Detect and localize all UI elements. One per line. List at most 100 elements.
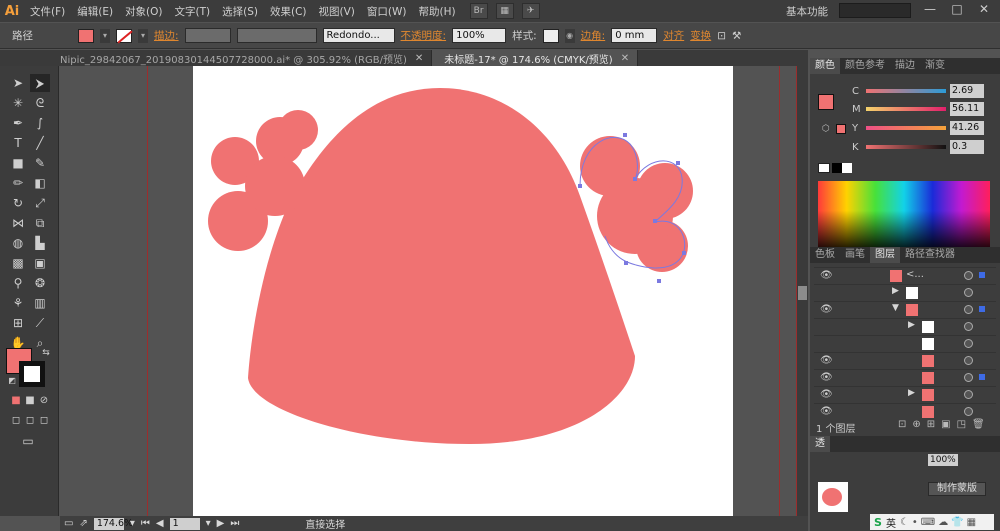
shape-builder-tool-icon[interactable]: ◍ — [8, 234, 28, 252]
status-menu-icon[interactable]: ▭ — [64, 518, 73, 529]
rotate-tool-icon[interactable]: ↻ — [8, 194, 28, 212]
mesh-tool-icon[interactable]: ▩ — [8, 254, 28, 272]
fill-color-swatch[interactable] — [78, 28, 94, 43]
menu-object[interactable]: 对象(O) — [119, 4, 168, 19]
magenta-slider[interactable]: M 56.11 — [852, 102, 984, 116]
transform-panel-link[interactable]: 变换 — [690, 28, 711, 43]
isolate-icon[interactable]: ⊡ — [717, 30, 726, 42]
scale-tool-icon[interactable]: ⤢ — [30, 194, 50, 212]
collapse-arrow-icon[interactable]: ▼ — [892, 303, 899, 313]
close-icon[interactable]: ✕ — [415, 53, 423, 64]
target-circle-icon[interactable] — [964, 305, 973, 314]
tab-transparency[interactable]: 透 — [810, 436, 830, 452]
menu-view[interactable]: 视图(V) — [313, 4, 361, 19]
graphic-style-swatch[interactable] — [542, 28, 559, 43]
layer-row[interactable]: 👁 — [814, 369, 996, 385]
fill-dropdown-icon[interactable]: ▾ — [100, 28, 110, 43]
pen-tool-icon[interactable]: ✒ — [8, 114, 28, 132]
line-tool-icon[interactable]: ╱ — [30, 134, 50, 152]
artboard-number-field[interactable]: 1 — [169, 517, 200, 530]
visibility-eye-icon[interactable]: 👁 — [820, 406, 833, 417]
perspective-grid-tool-icon[interactable]: ▙ — [30, 234, 50, 252]
canvas-area[interactable] — [60, 66, 808, 516]
color-spectrum[interactable] — [818, 181, 990, 247]
expand-arrow-icon[interactable]: ▶ — [908, 388, 915, 398]
gradient-tool-icon[interactable]: ▣ — [30, 254, 50, 272]
stroke-panel-link[interactable]: 描边: — [154, 28, 179, 43]
none-mode-icon[interactable]: ⊘ — [34, 392, 54, 410]
corner-radius-field[interactable]: 0 mm — [611, 28, 658, 43]
free-transform-tool-icon[interactable]: ⧉ — [30, 214, 50, 232]
layer-row[interactable]: 👁 <... — [814, 267, 996, 283]
brush-definition[interactable]: Redondo... — [322, 28, 395, 43]
close-button[interactable]: ✕ — [973, 2, 995, 19]
zoom-level-field[interactable]: 174.6% — [93, 517, 133, 530]
column-graph-tool-icon[interactable]: ▥ — [30, 294, 50, 312]
expand-arrow-icon[interactable]: ▶ — [892, 286, 899, 296]
target-circle-icon[interactable] — [964, 356, 973, 365]
swap-fill-stroke-icon[interactable]: ⇆ — [36, 344, 56, 362]
tab-nipic-document[interactable]: Nipic_29842067_20190830144507728000.ai* … — [0, 50, 433, 66]
layer-row[interactable]: ▶ — [814, 318, 996, 334]
layer-row[interactable]: 👁 — [814, 403, 996, 419]
symbol-sprayer-tool-icon[interactable]: ⚘ — [8, 294, 28, 312]
vertical-scrollbar[interactable] — [797, 66, 808, 516]
black-slider[interactable]: K 0.3 — [852, 140, 984, 154]
zoom-dropdown-icon[interactable]: ▾ — [130, 518, 135, 529]
minimize-button[interactable]: — — [919, 2, 941, 19]
lasso-tool-icon[interactable]: ᘓ — [30, 94, 50, 112]
selected-art-indicator[interactable] — [979, 374, 985, 380]
panel-fill-swatch[interactable] — [818, 94, 834, 110]
target-circle-icon[interactable] — [964, 373, 973, 382]
target-circle-icon[interactable] — [964, 407, 973, 416]
target-circle-icon[interactable] — [964, 390, 973, 399]
layer-row[interactable]: 👁 ▶ — [814, 386, 996, 402]
opacity-field[interactable]: 100% — [452, 28, 507, 43]
workspace-switcher[interactable]: 基本功能 — [786, 4, 828, 19]
draw-inside-icon[interactable]: ◻ — [34, 412, 54, 430]
layer-row[interactable] — [814, 335, 996, 351]
layer-row[interactable]: ▶ — [814, 284, 996, 300]
transparency-opacity-field[interactable]: 100% — [928, 454, 958, 466]
artboard-dropdown-icon[interactable]: ▾ — [206, 518, 211, 529]
cyan-track[interactable] — [866, 89, 946, 93]
target-circle-icon[interactable] — [964, 271, 973, 280]
eyedropper-tool-icon[interactable]: ⚲ — [8, 274, 28, 292]
width-tool-icon[interactable]: ⋈ — [8, 214, 28, 232]
opacity-panel-link[interactable]: 不透明度: — [401, 28, 447, 43]
tab-brushes[interactable]: 画笔 — [840, 247, 870, 263]
layer-row[interactable]: 👁 — [814, 352, 996, 368]
default-colors-icon[interactable]: ◩ — [2, 372, 22, 390]
maximize-button[interactable]: □ — [946, 2, 968, 19]
target-circle-icon[interactable] — [964, 322, 973, 331]
slice-tool-icon[interactable]: ⟋ — [30, 314, 50, 332]
tab-untitled-17[interactable]: 未标题-17* @ 174.6% (CMYK/预览) ✕ — [432, 50, 639, 66]
last-artboard-icon[interactable]: ⏭ — [230, 518, 239, 529]
tab-color-guide[interactable]: 颜色参考 — [840, 58, 890, 74]
menu-edit[interactable]: 编辑(E) — [71, 4, 119, 19]
close-icon[interactable]: ✕ — [621, 53, 629, 64]
visibility-eye-icon[interactable]: 👁 — [820, 304, 833, 315]
make-mask-button[interactable]: 制作蒙版 — [928, 482, 986, 496]
tab-gradient[interactable]: 渐变 — [920, 58, 950, 74]
stroke-none-swatch[interactable] — [116, 28, 133, 44]
tab-pathfinder[interactable]: 路径查找器 — [900, 247, 960, 263]
recolor-icon[interactable]: ◉ — [564, 28, 575, 43]
type-tool-icon[interactable]: T — [8, 134, 28, 152]
cyan-value-field[interactable]: 2.69 — [950, 84, 984, 98]
tab-color[interactable]: 颜色 — [810, 58, 840, 74]
rectangle-tool-icon[interactable]: ■ — [8, 154, 28, 172]
menu-select[interactable]: 选择(S) — [216, 4, 264, 19]
layer-name[interactable]: <... — [906, 269, 924, 280]
tab-stroke[interactable]: 描边 — [890, 58, 920, 74]
white-color-swatch[interactable] — [842, 163, 852, 173]
panel-menu-icon[interactable]: ⚒ — [732, 30, 741, 42]
black-color-swatch[interactable] — [832, 163, 842, 173]
gpu-performance-icon[interactable]: ✈ — [521, 3, 540, 19]
stroke-weight-field[interactable] — [184, 28, 231, 43]
layer-action-icons[interactable]: ⊡⊕⊞▣◳🗑 — [898, 419, 991, 430]
pencil-tool-icon[interactable]: ✏ — [8, 174, 28, 192]
selected-art-indicator[interactable] — [979, 272, 985, 278]
tab-layers[interactable]: 图层 — [870, 247, 900, 263]
menu-type[interactable]: 文字(T) — [169, 4, 217, 19]
